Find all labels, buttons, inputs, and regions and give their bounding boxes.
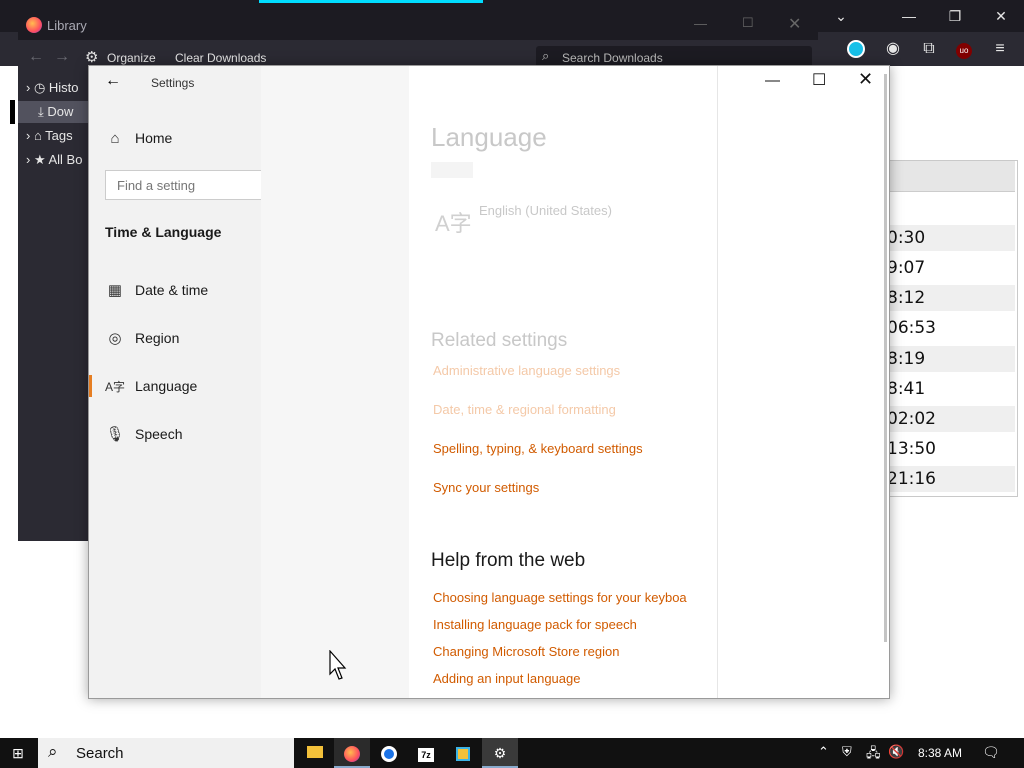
globe-icon: ◎ — [108, 330, 122, 347]
organize-menu[interactable]: Organize — [107, 51, 156, 65]
settings-title: Settings — [151, 76, 195, 90]
extensions-icon[interactable]: ⧉ — [916, 36, 942, 62]
notifications-icon[interactable]: 🗨 — [982, 744, 1000, 761]
back-arrow-icon[interactable]: ← — [28, 48, 44, 66]
vpn-icon[interactable] — [843, 36, 869, 62]
microphone-icon: 🎙 — [105, 426, 125, 443]
scrollbar[interactable] — [884, 74, 887, 642]
content-divider — [717, 66, 718, 698]
search-icon: ⌕ — [542, 48, 550, 63]
library-title: Library — [47, 18, 87, 33]
taskbar-search-box[interactable]: ⌕ Search — [38, 738, 294, 768]
firefox-taskbar-icon[interactable] — [334, 738, 370, 768]
page-title: Language — [431, 122, 547, 152]
settings-content: Language A字 English (United States) Rela… — [409, 66, 717, 698]
chrome-icon[interactable] — [371, 738, 407, 768]
table-row: 13:50 — [887, 439, 936, 459]
related-settings-heading: Related settings — [431, 330, 568, 351]
table-header — [885, 161, 1015, 192]
taskbar: ⊞ ⌕ Search 7z ⚙ ⌃ ⛨ 🖧 🔇 8:38 AM 🗨 — [0, 738, 1024, 768]
table-row: 9:07 — [887, 258, 926, 278]
settings-transition-pane — [261, 66, 409, 698]
menu-icon[interactable]: ≡ — [987, 36, 1013, 62]
list-all-tabs-icon[interactable]: ⌄ — [818, 0, 864, 32]
table-row: 8:12 — [885, 285, 1015, 311]
table-row: 8:19 — [885, 346, 1015, 372]
close-icon[interactable]: ✕ — [978, 0, 1024, 32]
7zip-icon[interactable]: 7z — [408, 738, 444, 768]
close-icon[interactable]: ✕ — [858, 69, 873, 90]
selected-indicator — [89, 375, 92, 397]
mouse-cursor-icon — [329, 650, 347, 680]
tree-item-history[interactable]: › ◷ Histo — [26, 77, 79, 99]
help-link-input-language[interactable]: Adding an input language — [433, 671, 580, 686]
display-language-dropdown[interactable] — [431, 162, 473, 178]
tree-item-tags[interactable]: › ⌂ Tags — [26, 125, 73, 147]
date-time-regional-link[interactable]: Date, time & regional formatting — [433, 402, 616, 417]
minimize-icon[interactable]: — — [886, 0, 932, 32]
active-tab-indicator — [259, 0, 483, 3]
nav-item-language[interactable]: A字 Language — [89, 365, 261, 409]
firefox-logo-icon — [26, 17, 42, 33]
minimize-icon[interactable]: — — [694, 16, 707, 31]
table-row: 02:02 — [885, 406, 1015, 432]
page-heading-fragment — [10, 100, 15, 124]
help-link-speech[interactable]: Installing language pack for speech — [433, 617, 637, 632]
file-explorer-icon[interactable] — [297, 738, 333, 768]
help-link-store-region[interactable]: Changing Microsoft Store region — [433, 644, 619, 659]
gear-icon: ⚙ — [85, 49, 99, 66]
help-link-keyboard[interactable]: Choosing language settings for your keyb… — [433, 590, 687, 605]
restore-icon[interactable]: ❐ — [932, 0, 978, 32]
windows-start-icon[interactable]: ⊞ — [0, 738, 36, 768]
help-heading: Help from the web — [431, 550, 586, 571]
security-icon[interactable]: ⛨ — [842, 744, 852, 760]
search-icon: ⌕ — [48, 742, 58, 761]
administrative-language-link[interactable]: Administrative language settings — [433, 363, 620, 378]
maximize-icon[interactable]: ☐ — [812, 70, 826, 90]
network-icon[interactable]: 🖧 — [866, 744, 881, 766]
sync-settings-link[interactable]: Sync your settings — [433, 480, 539, 495]
tree-item-all-bookmarks[interactable]: › ★ All Bo — [26, 149, 82, 171]
forward-arrow-icon[interactable]: → — [54, 48, 70, 66]
nav-item-region[interactable]: ◎ Region — [89, 317, 261, 361]
close-icon[interactable]: ✕ — [788, 14, 801, 34]
nav-item-date-time[interactable]: ▦ Date & time — [89, 269, 261, 313]
minimize-icon[interactable]: — — [765, 72, 780, 89]
table-row: 21:16 — [885, 466, 1015, 492]
nav-item-home[interactable]: ⌂ Home — [89, 117, 261, 161]
language-icon: A字 — [105, 380, 126, 394]
display-language: English (United States) — [479, 203, 612, 218]
back-arrow-icon[interactable]: ← — [105, 72, 121, 90]
home-icon: ⌂ — [110, 130, 120, 147]
settings-window: ← Settings ⌂ Home Find a setting Time & … — [88, 65, 890, 699]
chevron-up-icon[interactable]: ⌃ — [818, 744, 829, 760]
calendar-clock-icon: ▦ — [107, 282, 123, 299]
table-row: 06:53 — [887, 318, 936, 338]
volume-muted-icon[interactable]: 🔇 — [888, 744, 904, 760]
app-icon[interactable] — [445, 738, 481, 768]
ublock-icon[interactable]: uo — [951, 36, 977, 62]
language-icon: A字 — [435, 211, 472, 236]
maximize-icon[interactable]: ☐ — [742, 15, 754, 31]
table-row: 8:41 — [887, 379, 926, 399]
clock[interactable]: 8:38 AM — [918, 746, 962, 760]
section-heading: Time & Language — [105, 224, 222, 240]
library-titlebar[interactable]: Library — ☐ ✕ — [18, 10, 818, 40]
account-icon[interactable]: ◉ — [880, 36, 906, 62]
clear-downloads-button[interactable]: Clear Downloads — [175, 51, 266, 65]
settings-taskbar-icon[interactable]: ⚙ — [482, 738, 518, 768]
spelling-typing-keyboard-link[interactable]: Spelling, typing, & keyboard settings — [433, 441, 643, 456]
table-row: 0:30 — [885, 225, 1015, 251]
settings-nav-pane: ← Settings ⌂ Home Find a setting Time & … — [89, 66, 391, 698]
downloads-times-table: 0:30 9:07 8:12 06:53 8:19 8:41 02:02 13:… — [884, 160, 1018, 497]
nav-item-speech[interactable]: 🎙 Speech — [89, 413, 261, 457]
